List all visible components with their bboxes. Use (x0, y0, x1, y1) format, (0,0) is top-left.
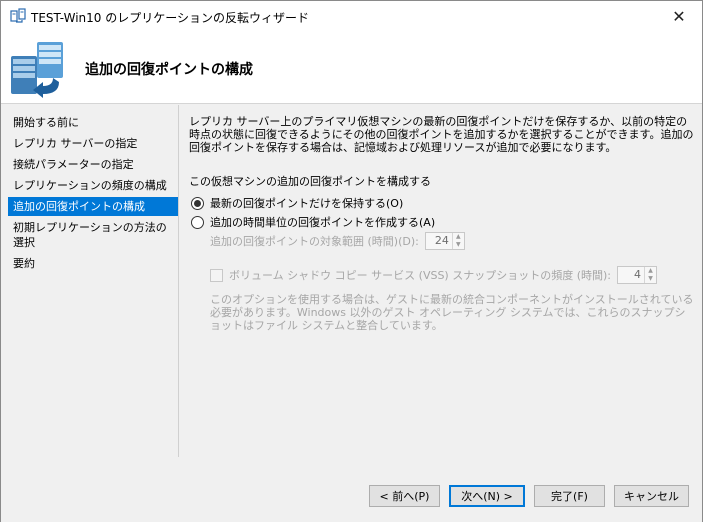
vss-spinner[interactable]: 4 ▲ ▼ (617, 266, 658, 284)
coverage-spinner[interactable]: 24 ▲ ▼ (424, 232, 465, 250)
next-button[interactable]: 次へ(N) > (449, 485, 525, 507)
hourly-option[interactable]: 追加の時間単位の回復ポイントを作成する(A) (191, 214, 435, 230)
vss-spin-arrows[interactable]: ▲ ▼ (644, 267, 656, 283)
hourly-radio[interactable] (191, 215, 204, 229)
step-specify-replica-server[interactable]: レプリカ サーバーの指定 (1, 134, 178, 153)
finish-button[interactable]: 完了(F) (534, 485, 605, 507)
wizard-footer: < 前へ(P) 次へ(N) > 完了(F) キャンセル (1, 457, 702, 522)
close-button[interactable]: ✕ (656, 1, 702, 32)
step-summary[interactable]: 要約 (1, 254, 178, 273)
section-label: この仮想マシンの追加の回復ポイントを構成する (189, 175, 431, 188)
step-connection-parameters[interactable]: 接続パラメーターの指定 (1, 155, 178, 174)
spin-down-icon[interactable]: ▼ (645, 275, 656, 283)
coverage-label: 追加の回復ポイントの対象範囲 (時間)(D): (210, 235, 419, 248)
latest-only-option[interactable]: 最新の回復ポイントだけを保持する(O) (191, 195, 403, 211)
coverage-row: 追加の回復ポイントの対象範囲 (時間)(D): 24 ▲ ▼ (210, 232, 465, 250)
replication-servers-icon (11, 42, 63, 98)
cancel-button[interactable]: キャンセル (614, 485, 689, 507)
vss-note: このオプションを使用する場合は、ゲストに最新の統合コンポーネントがインストールさ… (210, 293, 694, 332)
window-title: TEST-Win10 のレプリケーションの反転ウィザード (31, 11, 309, 25)
page-title: 追加の回復ポイントの構成 (85, 62, 253, 78)
vss-checkbox[interactable] (210, 268, 223, 282)
back-button[interactable]: < 前へ(P) (369, 485, 440, 507)
hourly-label: 追加の時間単位の回復ポイントを作成する(A) (210, 216, 436, 229)
step-initial-replication-method[interactable]: 初期レプリケーションの方法の選択 (1, 218, 178, 252)
coverage-spin-arrows[interactable]: ▲ ▼ (451, 233, 464, 249)
step-additional-recovery-points[interactable]: 追加の回復ポイントの構成 (8, 197, 178, 216)
page-description: レプリカ サーバー上のプライマリ仮想マシンの最新の回復ポイントだけを保存するか、… (189, 115, 694, 154)
latest-only-radio[interactable] (191, 196, 204, 210)
close-icon: ✕ (672, 7, 686, 26)
vss-label: ボリューム シャドウ コピー サービス (VSS) スナップショットの頻度 (時… (229, 269, 612, 282)
spin-up-icon[interactable]: ▲ (645, 267, 656, 275)
wizard-steps: 開始する前に レプリカ サーバーの指定 接続パラメーターの指定 レプリケーション… (1, 105, 179, 457)
wizard-window: TEST-Win10 のレプリケーションの反転ウィザード ✕ 追加の回復ポイント… (0, 0, 703, 522)
coverage-value[interactable]: 24 (426, 233, 452, 249)
step-before-you-begin[interactable]: 開始する前に (1, 113, 178, 132)
wizard-header: 追加の回復ポイントの構成 (1, 32, 702, 104)
replication-icon (10, 8, 26, 23)
vss-value[interactable]: 4 (618, 267, 644, 283)
latest-only-label: 最新の回復ポイントだけを保持する(O) (210, 197, 404, 210)
spin-down-icon[interactable]: ▼ (453, 241, 464, 249)
vss-row: ボリューム シャドウ コピー サービス (VSS) スナップショットの頻度 (時… (210, 266, 658, 284)
main-content: レプリカ サーバー上のプライマリ仮想マシンの最新の回復ポイントだけを保存するか、… (189, 115, 694, 455)
spin-up-icon[interactable]: ▲ (453, 233, 464, 241)
title-bar: TEST-Win10 のレプリケーションの反転ウィザード ✕ (1, 1, 702, 32)
step-replication-frequency[interactable]: レプリケーションの頻度の構成 (1, 176, 178, 195)
